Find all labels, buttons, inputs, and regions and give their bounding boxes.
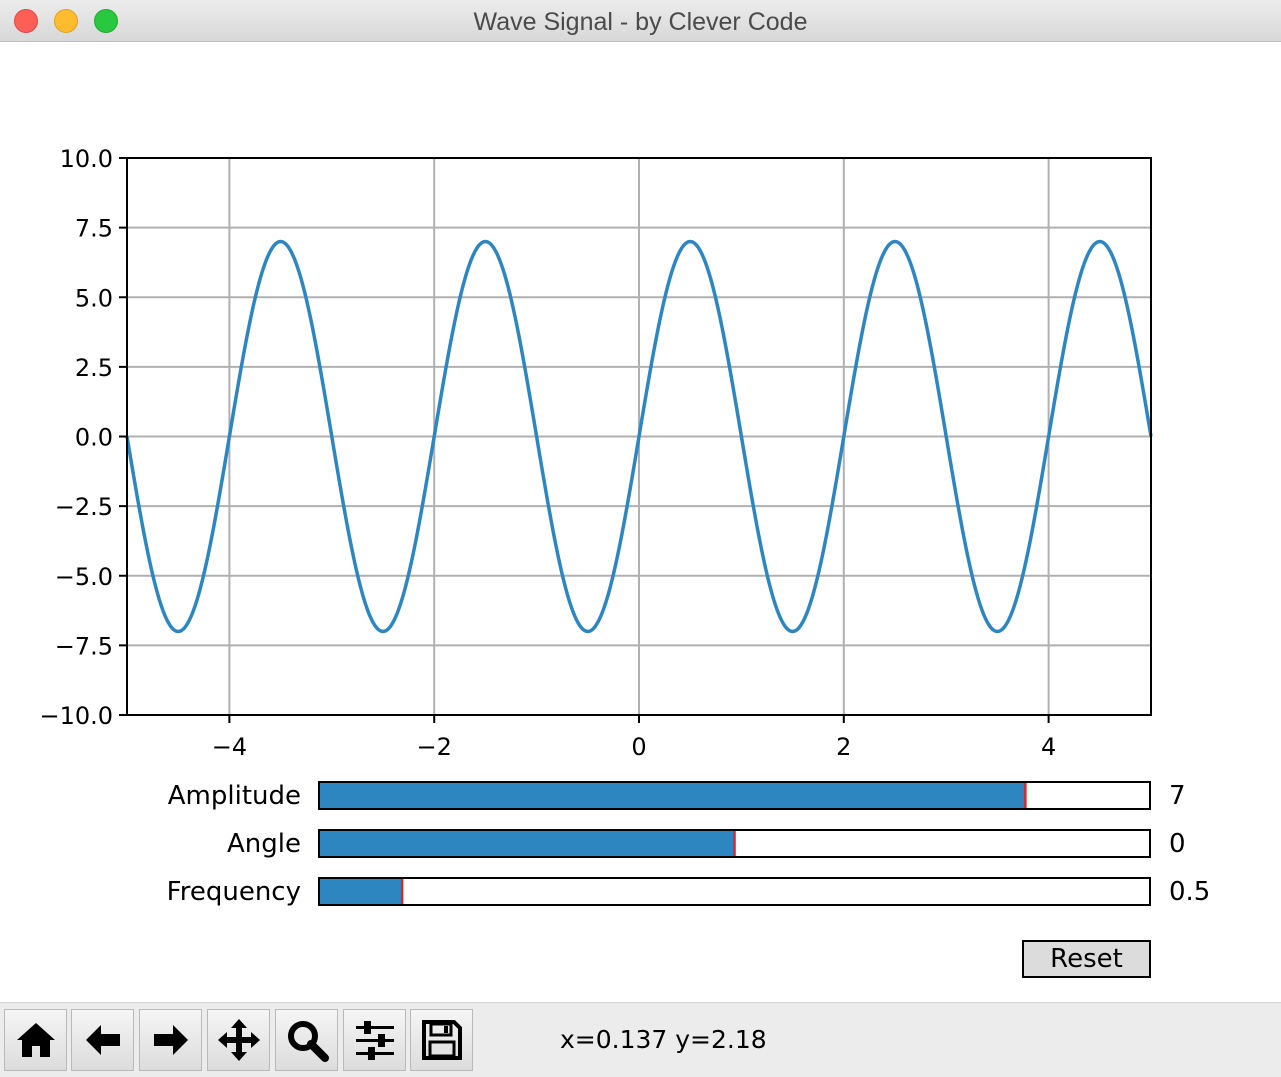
pan-button[interactable] — [207, 1009, 270, 1071]
y-tick-label: −10.0 — [39, 702, 113, 730]
slider-fill — [319, 830, 735, 857]
y-tick-label: 2.5 — [75, 354, 113, 382]
window-title: Wave Signal - by Clever Code — [473, 8, 808, 36]
home-button[interactable] — [4, 1009, 67, 1071]
x-tick-label: 2 — [836, 733, 851, 761]
x-tick-label: 4 — [1041, 733, 1056, 761]
x-tick-label: 0 — [631, 733, 646, 761]
pan-move-icon — [217, 1019, 260, 1061]
zoom-button[interactable] — [275, 1009, 338, 1071]
back-button[interactable] — [71, 1009, 134, 1071]
y-tick-label: 7.5 — [75, 215, 113, 243]
configure-subplots-icon — [355, 1021, 394, 1060]
window-titlebar: Wave Signal - by Clever Code — [0, 0, 1281, 42]
slider-value: 7 — [1169, 781, 1186, 811]
save-floppy-icon — [421, 1020, 462, 1060]
save-button[interactable] — [410, 1009, 473, 1071]
navigation-toolbar: x=0.137 y=2.18 — [0, 1002, 1281, 1077]
slider-label: Amplitude — [168, 781, 301, 811]
forward-button[interactable] — [139, 1009, 202, 1071]
slider-label: Frequency — [167, 877, 301, 907]
slider-panel: Amplitude 7 Angle 0 Frequency 0.5 — [167, 781, 1210, 907]
slider-label: Angle — [227, 829, 301, 859]
y-tick-label: 0.0 — [75, 424, 113, 452]
zoom-magnifier-icon — [287, 1021, 329, 1062]
forward-arrow-icon — [153, 1025, 188, 1055]
cursor-coordinates: x=0.137 y=2.18 — [560, 1025, 767, 1054]
y-tick-label: −2.5 — [55, 493, 113, 521]
x-tick-label: −4 — [212, 733, 247, 761]
home-icon — [16, 1023, 55, 1057]
slider-fill — [319, 878, 403, 905]
slider-value: 0 — [1169, 829, 1186, 859]
slider-value: 0.5 — [1169, 877, 1210, 907]
figure-canvas[interactable]: −4 −2 0 2 4 10.0 7.5 5.0 2.5 0.0 −2.5 −5.0 −7.5 −10.0… — [0, 42, 1281, 1002]
slider-frequency[interactable] — [318, 877, 1151, 906]
y-tick-label: 5.0 — [75, 284, 113, 312]
slider-fill — [319, 782, 1026, 809]
y-tick-label: 10.0 — [60, 145, 113, 173]
configure-subplots-button[interactable] — [343, 1009, 406, 1071]
reset-button[interactable]: Reset — [1022, 940, 1151, 978]
ticks: −4 −2 0 2 4 10.0 7.5 5.0 2.5 0.0 −2.5 −5.0 −7.5 −10.0 — [39, 145, 1056, 761]
x-tick-label: −2 — [417, 733, 452, 761]
y-tick-label: −7.5 — [55, 632, 113, 660]
back-arrow-icon — [85, 1025, 120, 1055]
y-tick-label: −5.0 — [55, 563, 113, 591]
